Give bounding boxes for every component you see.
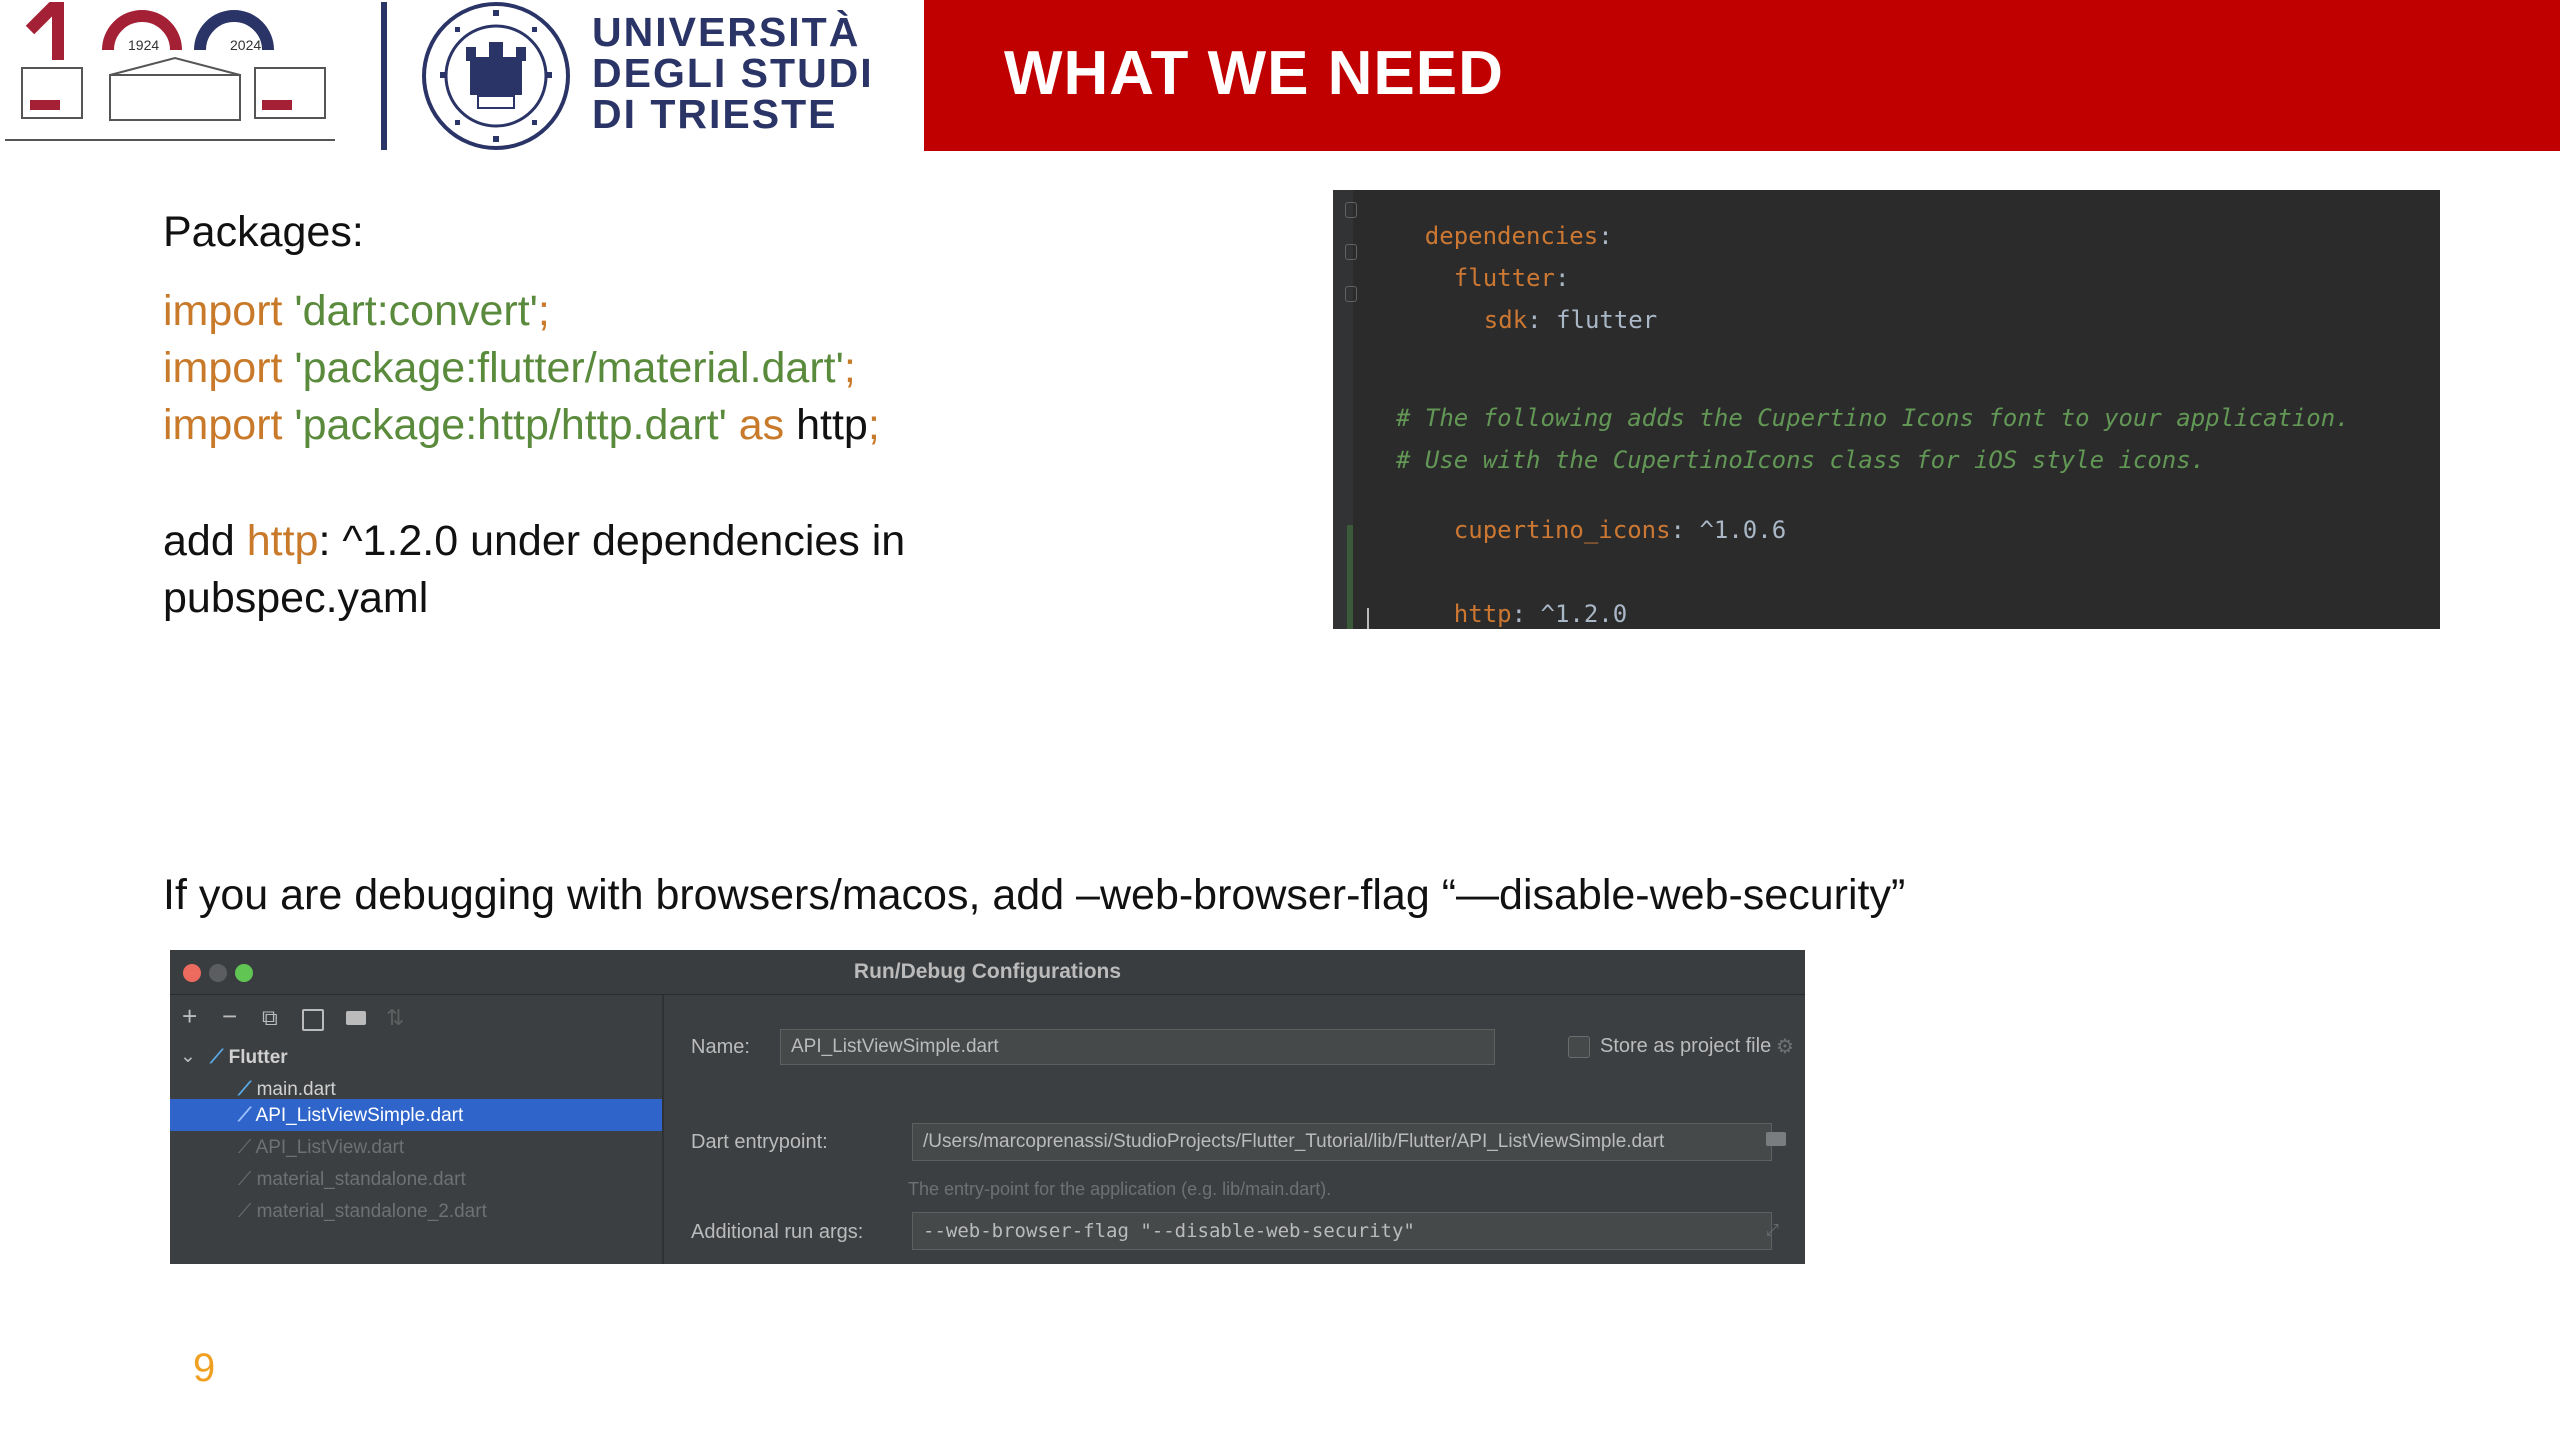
dialog-titlebar: Run/Debug Configurations [170,950,1805,995]
fold-marker-icon [1345,286,1357,302]
flutter-icon: ⟋ [238,1079,252,1100]
add-prefix: add [163,517,247,565]
tree-item-api-listview[interactable]: ⟋ API_ListView.dart [238,1137,404,1159]
flutter-icon: ⟋ [238,1105,252,1126]
tree-item-main-dart[interactable]: ⟋ main.dart [238,1079,336,1101]
as-keyword: as [738,401,785,449]
centenary-logo: 1924 2024 [0,0,340,151]
name-field[interactable]: API_ListViewSimple.dart [780,1029,1495,1065]
yaml-comment-2: # Use with the CupertinoIcons class for … [1396,446,2206,474]
name-label: Name: [691,1036,750,1058]
fold-marker-icon [1345,244,1357,260]
tree-root-label: Flutter [228,1047,288,1068]
tree-item-label: main.dart [256,1079,336,1100]
import-string: 'package:http/http.dart' [294,401,727,449]
import-string: 'dart:convert' [294,287,538,335]
fold-marker-icon [1345,202,1357,218]
yaml-comment-1: # The following adds the Cupertino Icons… [1396,404,2350,432]
store-as-project-label: Store as project file [1600,1035,1772,1057]
packages-heading: Packages: [163,208,364,256]
run-debug-dialog: Run/Debug Configurations + − ⧉ ⇅ ⌄ ⟋ Flu… [170,950,1805,1264]
tree-item-label: API_ListView.dart [255,1137,405,1158]
configurations-tree-panel: + − ⧉ ⇅ ⌄ ⟋ Flutter ⟋ main.dart ⟋ API_Li… [170,995,664,1264]
flutter-icon: ⟋ [238,1169,252,1190]
gear-icon[interactable]: ⚙ [1776,1034,1794,1059]
pubspec-filename: pubspec.yaml [163,574,429,622]
run-args-label: Additional run args: [691,1221,864,1243]
university-name: UNIVERSITÀ DEGLI STUDI DI TRIESTE [592,12,874,135]
entrypoint-label: Dart entrypoint: [691,1131,828,1153]
flutter-icon: ⟋ [210,1047,224,1068]
slide-title: WHAT WE NEED [1004,39,1504,108]
entrypoint-hint: The entry-point for the application (e.g… [908,1179,1332,1199]
yaml-line-http: http: ^1.2.0 [1453,600,1628,628]
page-number: 9 [193,1346,216,1390]
save-configuration-icon[interactable] [302,1009,324,1031]
add-rest: : ^1.2.0 under dependencies in [318,517,906,565]
entrypoint-field[interactable]: /Users/marcoprenassi/StudioProjects/Flut… [912,1123,1772,1161]
tree-item-api-listviewsimple[interactable]: ⟋ API_ListViewSimple.dart [238,1105,463,1127]
yaml-line-sdk: sdk: flutter [1483,306,1658,334]
flutter-icon: ⟋ [238,1201,252,1222]
tree-item-label: API_ListViewSimple.dart [255,1105,464,1126]
import-keyword: import [163,287,283,335]
sort-configurations-icon[interactable]: ⇅ [386,1005,404,1031]
semicolon: ; [867,401,880,449]
import-string: 'package:flutter/material.dart' [294,344,844,392]
add-configuration-icon[interactable]: + [182,1001,197,1032]
university-name-line1: UNIVERSITÀ [592,9,861,55]
tree-item-material-standalone-2[interactable]: ⟋ material_standalone_2.dart [238,1201,487,1223]
tree-item-label: material_standalone_2.dart [256,1201,487,1222]
http-package: http [246,517,319,565]
debug-note: If you are debugging with browsers/macos… [163,871,1906,919]
semicolon: ; [537,287,550,335]
yaml-line-cupertino: cupertino_icons: ^1.0.6 [1453,516,1787,544]
university-name-line2: DEGLI STUDI [592,50,874,96]
import-line-2: import 'package:flutter/material.dart'; [163,344,856,393]
alias-name: http [796,401,868,449]
remove-configuration-icon[interactable]: − [222,1001,237,1032]
year-2024: 2024 [230,37,261,53]
header-divider [381,2,387,150]
import-line-1: import 'dart:convert'; [163,287,550,336]
store-as-project-checkbox[interactable] [1568,1036,1590,1058]
university-name-line3: DI TRIESTE [592,91,838,137]
browse-folder-icon[interactable] [1766,1132,1786,1146]
tree-item-material-standalone[interactable]: ⟋ material_standalone.dart [238,1169,466,1191]
import-keyword: import [163,344,283,392]
expand-chevron-icon[interactable]: ⌄ [180,1045,196,1068]
import-line-3: import 'package:http/http.dart' as http; [163,401,880,450]
text-cursor [1367,608,1369,629]
university-seal [420,2,572,150]
change-marker [1347,525,1353,629]
copy-configuration-icon[interactable]: ⧉ [262,1005,278,1031]
pubspec-code-editor: dependencies: flutter: sdk: flutter # Th… [1333,190,2440,629]
flutter-icon: ⟋ [238,1137,252,1158]
semicolon: ; [843,344,856,392]
dialog-title: Run/Debug Configurations [853,960,1122,983]
import-keyword: import [163,401,283,449]
expand-field-icon[interactable]: ⤢ [1766,1222,1779,1240]
add-dependency-line: add http: ^1.2.0 under dependencies in [163,517,905,566]
tree-item-label: material_standalone.dart [256,1169,466,1190]
run-args-field[interactable]: --web-browser-flag "--disable-web-securi… [912,1212,1772,1250]
tree-root-flutter[interactable]: ⟋ Flutter [210,1047,288,1069]
year-1924: 1924 [128,37,159,53]
move-to-folder-icon[interactable] [346,1011,366,1025]
